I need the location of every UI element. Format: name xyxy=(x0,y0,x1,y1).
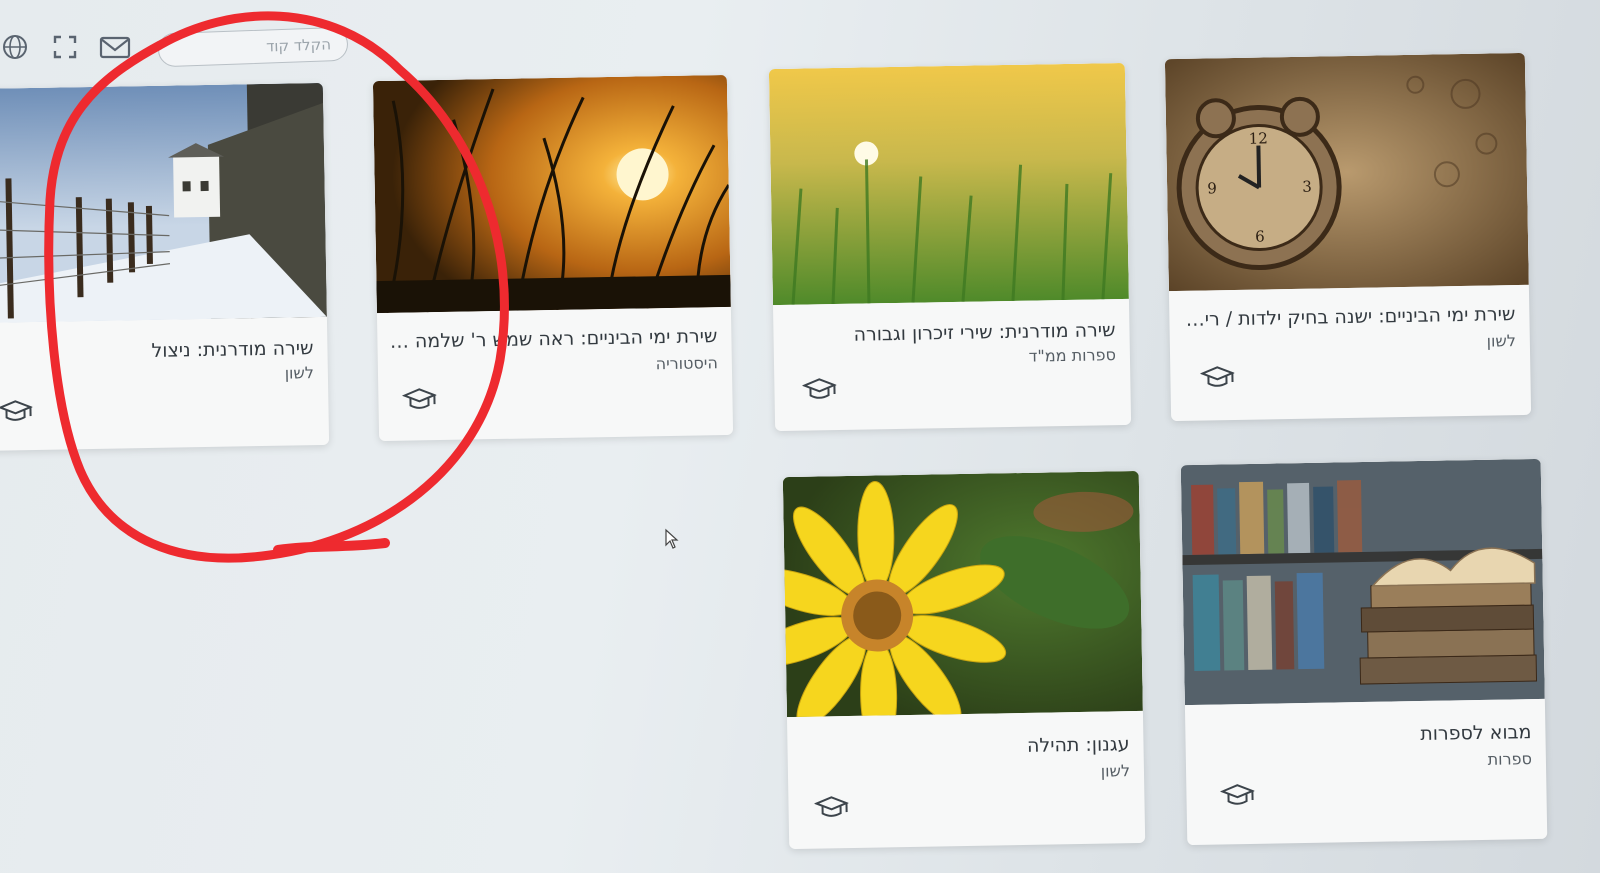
card-title: שירת ימי הביניים: ישנה בחיק ילדות / רי… xyxy=(1185,303,1516,331)
graduation-cap-icon[interactable] xyxy=(1199,364,1236,391)
course-card[interactable]: 12 3 6 9 שירת ימי הביניים: ישנה בחיק ילדות… xyxy=(1164,52,1532,422)
card-image-books xyxy=(1180,458,1545,706)
card-image-sunflower xyxy=(782,470,1143,718)
svg-text:12: 12 xyxy=(1249,129,1268,147)
course-card[interactable]: שירה מודרנית: שירי זיכרון וגבורה ספרות מ… xyxy=(768,62,1132,432)
globe-icon[interactable] xyxy=(0,32,30,62)
card-subject: ספרות ממ"ד xyxy=(1028,345,1117,366)
graduation-cap-icon[interactable] xyxy=(813,794,850,821)
fullscreen-icon[interactable] xyxy=(50,32,80,62)
card-image-snowy-fence xyxy=(0,82,327,324)
graduation-cap-icon[interactable] xyxy=(801,376,838,403)
card-image-sunset-grass xyxy=(372,74,731,314)
card-image-clock: 12 3 6 9 xyxy=(1164,52,1529,292)
svg-text:6: 6 xyxy=(1255,227,1265,245)
card-title: שירת ימי הביניים: ראה שמש ר' שלמה … xyxy=(389,325,718,353)
card-subject: ספרות xyxy=(1487,749,1533,769)
graduation-cap-icon[interactable] xyxy=(401,386,438,413)
card-title: שירה מודרנית: ניצול xyxy=(151,337,314,362)
course-card[interactable]: מבוא לספרות ספרות xyxy=(1180,458,1548,846)
mouse-cursor-icon xyxy=(664,528,680,554)
card-title: מבוא לספרות xyxy=(1420,721,1532,746)
card-image-wheat-field xyxy=(768,62,1129,306)
card-subject: היסטוריה xyxy=(655,353,719,374)
card-subject: לשון xyxy=(1100,761,1131,781)
svg-text:9: 9 xyxy=(1207,179,1217,197)
card-subject: לשון xyxy=(284,363,315,383)
course-card[interactable]: שירת ימי הביניים: ראה שמש ר' שלמה … היסט… xyxy=(372,74,734,442)
card-title: שירה מודרנית: שירי זיכרון וגבורה xyxy=(853,319,1116,346)
mail-icon[interactable] xyxy=(98,32,132,62)
svg-text:3: 3 xyxy=(1302,178,1312,196)
card-subject: לשון xyxy=(1486,331,1516,351)
graduation-cap-icon[interactable] xyxy=(0,398,34,425)
top-toolbar: הקלד קוד xyxy=(0,22,420,72)
search-input[interactable]: הקלד קוד xyxy=(157,26,349,68)
search-placeholder: הקלד קוד xyxy=(265,35,332,56)
course-card[interactable]: שירה מודרנית: ניצול לשון xyxy=(0,82,330,452)
graduation-cap-icon[interactable] xyxy=(1219,782,1256,809)
course-card[interactable]: עגנון: תהילה לשון xyxy=(782,470,1146,850)
screen: הקלד קוד 12 3 6 9 שירת ימי הביניים: ישנה… xyxy=(0,0,1600,873)
card-title: עגנון: תהילה xyxy=(1026,733,1130,757)
